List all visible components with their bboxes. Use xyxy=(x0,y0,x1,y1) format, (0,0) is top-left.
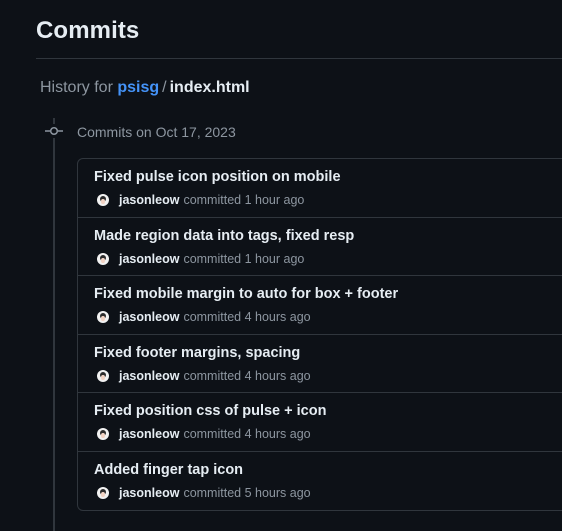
avatar[interactable] xyxy=(97,369,109,382)
commit-meta: jasonleow committed 4 hours ago xyxy=(97,427,311,441)
timeline-line xyxy=(53,118,55,531)
commit-message-link[interactable]: Made region data into tags, fixed resp xyxy=(94,228,354,244)
git-commit-icon xyxy=(45,124,63,138)
avatar[interactable] xyxy=(97,428,109,440)
commit-verb: committed xyxy=(183,193,242,207)
commit-verb: committed xyxy=(183,485,242,500)
commit-message-link[interactable]: Fixed pulse icon position on mobile xyxy=(94,169,341,185)
avatar[interactable] xyxy=(97,252,109,265)
commit-row: Fixed pulse icon position on mobile jaso… xyxy=(78,159,562,218)
page-title: Commits xyxy=(36,17,140,44)
commit-meta: jasonleow committed 1 hour ago xyxy=(97,193,304,207)
author-link[interactable]: jasonleow xyxy=(119,252,179,266)
commit-verb: committed xyxy=(183,310,242,324)
commit-row: Fixed footer margins, spacing jasonleow … xyxy=(78,335,562,393)
relative-time: 1 hour ago xyxy=(244,251,305,266)
commit-meta: jasonleow committed 1 hour ago xyxy=(97,252,304,266)
commit-message-link[interactable]: Fixed position css of pulse + icon xyxy=(94,403,326,419)
commit-row: Fixed mobile margin to auto for box + fo… xyxy=(78,276,562,335)
repo-link[interactable]: psisg xyxy=(117,79,159,96)
avatar[interactable] xyxy=(97,311,109,323)
commit-verb: committed xyxy=(183,427,242,441)
commit-meta: jasonleow committed 5 hours ago xyxy=(97,486,311,500)
file-name: index.html xyxy=(169,79,250,96)
title-divider xyxy=(36,58,562,59)
avatar[interactable] xyxy=(97,194,109,206)
commit-meta: jasonleow committed 4 hours ago xyxy=(97,310,311,324)
relative-time: 4 hours ago xyxy=(244,310,311,324)
relative-time: 4 hours ago xyxy=(244,427,311,441)
breadcrumb-separator: / xyxy=(162,79,167,96)
commit-row: Added finger tap icon jasonleow committe… xyxy=(78,452,562,511)
author-link[interactable]: jasonleow xyxy=(119,427,179,441)
commit-message-link[interactable]: Added finger tap icon xyxy=(94,462,243,478)
author-link[interactable]: jasonleow xyxy=(119,310,179,324)
history-prefix: History for xyxy=(40,79,113,96)
commit-verb: committed xyxy=(183,368,242,383)
commit-list: Fixed pulse icon position on mobile jaso… xyxy=(77,158,562,511)
author-link[interactable]: jasonleow xyxy=(119,193,179,207)
commit-verb: committed xyxy=(183,251,242,266)
commit-message-link[interactable]: Fixed mobile margin to auto for box + fo… xyxy=(94,286,398,302)
author-link[interactable]: jasonleow xyxy=(119,486,179,500)
commit-meta: jasonleow committed 4 hours ago xyxy=(97,369,311,383)
relative-time: 1 hour ago xyxy=(244,193,305,207)
breadcrumb: History for psisg / index.html xyxy=(40,79,250,97)
author-link[interactable]: jasonleow xyxy=(119,369,179,383)
avatar[interactable] xyxy=(97,486,109,499)
commit-row: Made region data into tags, fixed resp j… xyxy=(78,218,562,276)
relative-time: 4 hours ago xyxy=(244,368,311,383)
commit-message-link[interactable]: Fixed footer margins, spacing xyxy=(94,345,300,361)
relative-time: 5 hours ago xyxy=(244,485,311,500)
commit-row: Fixed position css of pulse + icon jason… xyxy=(78,393,562,452)
commit-date-heading: Commits on Oct 17, 2023 xyxy=(77,124,236,140)
